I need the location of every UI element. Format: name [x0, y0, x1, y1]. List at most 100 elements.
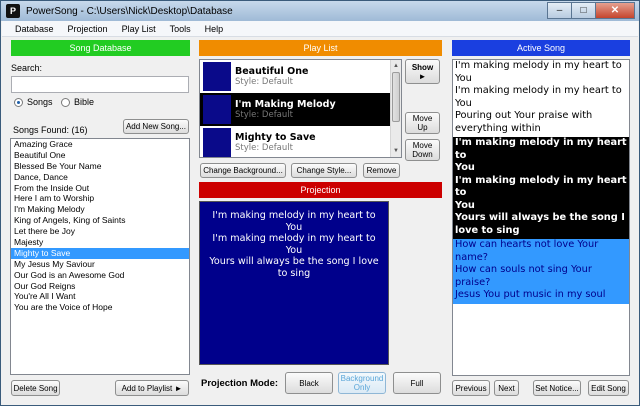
- scroll-thumb[interactable]: [392, 72, 400, 122]
- projection-mode-label: Projection Mode:: [201, 378, 279, 389]
- active-song-line: praise?: [455, 276, 491, 288]
- active-song-line: name?: [455, 251, 488, 263]
- song-list-item[interactable]: I'm Making Melody: [11, 204, 189, 215]
- active-song-stanza[interactable]: I'm making melody in my heart to You I'm m…: [453, 137, 629, 239]
- maximize-icon: □: [580, 5, 587, 16]
- active-song-line: I'm making melody in my heart to: [455, 174, 627, 199]
- menu-database[interactable]: Database: [2, 24, 61, 34]
- playlist-item-text: I'm Making Melody Style: Default: [235, 99, 336, 120]
- playlist: Beautiful One Style: Default I'm Making Me…: [199, 59, 402, 158]
- app-icon: P: [6, 4, 20, 18]
- add-to-playlist-button[interactable]: Add to Playlist ►: [115, 380, 189, 396]
- playlist-thumbnail: [203, 62, 231, 91]
- mode-background-only-button[interactable]: Background Only: [338, 372, 386, 394]
- song-list-item[interactable]: My Jesus My Saviour: [11, 259, 189, 270]
- bible-radio-label[interactable]: Bible: [74, 97, 94, 107]
- song-list-item[interactable]: Our God Reigns: [11, 281, 189, 292]
- song-list-item[interactable]: Beautiful One: [11, 150, 189, 161]
- menu-play-list[interactable]: Play List: [115, 24, 163, 34]
- songs-radio[interactable]: [14, 98, 23, 107]
- add-new-song-button[interactable]: Add New Song...: [123, 119, 189, 134]
- song-list-item[interactable]: Mighty to Save: [11, 247, 189, 259]
- active-song-line: everything within: [455, 122, 541, 134]
- mode-black-button[interactable]: Black: [285, 372, 333, 394]
- active-song-line: I'm making melody in my heart to: [455, 85, 622, 96]
- maximize-button[interactable]: □: [571, 2, 595, 19]
- active-song-line: How can souls not sing Your: [455, 264, 592, 275]
- playlist-item-title: Beautiful One: [235, 66, 309, 77]
- menu-tools[interactable]: Tools: [163, 24, 198, 34]
- song-list-item[interactable]: Amazing Grace: [11, 139, 189, 150]
- delete-song-button[interactable]: Delete Song: [11, 380, 60, 396]
- active-song-line: I'm making melody in my heart to: [455, 60, 622, 71]
- search-label: Search:: [11, 63, 43, 73]
- scroll-down-icon[interactable]: ▼: [391, 146, 401, 156]
- scroll-up-icon[interactable]: ▲: [391, 61, 401, 71]
- set-notice-button[interactable]: Set Notice...: [533, 380, 581, 396]
- minimize-button[interactable]: –: [547, 2, 571, 19]
- song-list-item[interactable]: King of Angels, King of Saints: [11, 215, 189, 226]
- change-style-button[interactable]: Change Style...: [291, 163, 357, 178]
- close-icon: ✕: [610, 5, 620, 16]
- search-input[interactable]: [11, 76, 189, 93]
- previous-button[interactable]: Previous: [452, 380, 490, 396]
- projection-line: You: [285, 221, 303, 233]
- menu-bar: Database Projection Play List Tools Help: [2, 21, 638, 37]
- projection-line: Yours will always be the song I love: [209, 256, 379, 267]
- mode-background-label-2: Only: [353, 383, 371, 392]
- songs-found-label: Songs Found: (16): [13, 125, 88, 135]
- song-list-item[interactable]: From the Inside Out: [11, 183, 189, 194]
- playlist-item-text: Mighty to Save Style: Default: [235, 132, 316, 153]
- song-list-item[interactable]: You're All I Want: [11, 291, 189, 302]
- playlist-item-style: Style: Default: [235, 143, 293, 153]
- active-song-line: love to sing: [455, 224, 520, 236]
- playlist-scrollbar[interactable]: ▲ ▼: [390, 60, 401, 157]
- projection-line: You: [285, 244, 303, 256]
- edit-song-button[interactable]: Edit Song: [588, 380, 629, 396]
- active-song-line: How can hearts not love Your: [455, 239, 599, 250]
- bible-radio[interactable]: [61, 98, 70, 107]
- song-list-item[interactable]: Majesty: [11, 237, 189, 248]
- song-list-item[interactable]: Here I am to Worship: [11, 193, 189, 204]
- mode-full-button[interactable]: Full: [393, 372, 441, 394]
- show-label: Show: [411, 62, 434, 72]
- close-button[interactable]: ✕: [595, 2, 635, 19]
- playlist-item-style: Style: Default: [235, 110, 293, 120]
- title-bar: P PowerSong - C:\Users\Nick\Desktop\Data…: [1, 1, 639, 21]
- song-list-item[interactable]: Blessed Be Your Name: [11, 161, 189, 172]
- song-list-item[interactable]: Our God is an Awesome God: [11, 270, 189, 281]
- song-list-item[interactable]: You are the Voice of Hope: [11, 302, 189, 313]
- projection-line: I'm making melody in my heart to: [212, 210, 376, 221]
- remove-button[interactable]: Remove: [363, 163, 400, 178]
- next-button[interactable]: Next: [494, 380, 519, 396]
- playlist-item-style: Style: Default: [235, 77, 293, 87]
- songs-list: Amazing Grace Beautiful One Blessed Be You…: [10, 138, 190, 375]
- songs-radio-label[interactable]: Songs: [27, 97, 53, 107]
- move-up-label-2: Up: [417, 123, 428, 132]
- song-database-header: Song Database: [11, 40, 190, 56]
- move-up-button[interactable]: Move Up: [405, 112, 440, 134]
- projection-preview: I'm making melody in my heart to You I'm m…: [199, 201, 389, 365]
- move-up-label-1: Move: [412, 114, 433, 123]
- playlist-item-title: I'm Making Melody: [235, 99, 336, 110]
- menu-projection[interactable]: Projection: [61, 24, 115, 34]
- change-background-button[interactable]: Change Background...: [200, 163, 286, 178]
- song-list-item[interactable]: Dance, Dance: [11, 172, 189, 183]
- active-song-stanza[interactable]: I'm making melody in my heart to You I'm m…: [453, 60, 629, 137]
- active-song-line: You: [455, 72, 472, 84]
- active-song-line: I'm making melody in my heart to: [455, 137, 627, 161]
- playlist-item[interactable]: Mighty to Save Style: Default: [200, 126, 401, 157]
- playlist-item[interactable]: Beautiful One Style: Default: [200, 60, 401, 93]
- active-song-line: You: [455, 199, 475, 211]
- move-down-label-1: Move: [412, 141, 433, 150]
- projection-header: Projection: [199, 182, 442, 198]
- minimize-icon: –: [556, 5, 563, 16]
- menu-help[interactable]: Help: [198, 24, 231, 34]
- active-song-stanza[interactable]: How can hearts not love Your name? How can…: [453, 239, 629, 304]
- window-title: PowerSong - C:\Users\Nick\Desktop\Databa…: [26, 5, 233, 17]
- show-button[interactable]: Show ►: [405, 59, 440, 84]
- playlist-item[interactable]: I'm Making Melody Style: Default: [200, 93, 401, 126]
- move-down-button[interactable]: Move Down: [405, 139, 440, 161]
- playlist-thumbnail: [203, 128, 231, 157]
- song-list-item[interactable]: Let there be Joy: [11, 226, 189, 237]
